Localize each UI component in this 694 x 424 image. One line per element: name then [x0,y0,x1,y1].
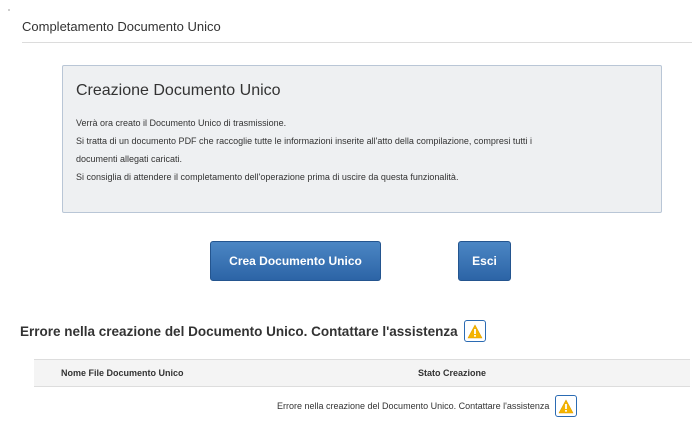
info-line-4: Si consiglia di attendere il completamen… [76,172,459,182]
exit-button[interactable]: Esci [458,241,511,281]
error-message: Errore nella creazione del Documento Uni… [20,320,486,342]
corner-mark [8,9,10,11]
column-header-status: Stato Creazione [418,368,487,378]
action-buttons: Crea Documento Unico Esci [0,241,694,281]
create-document-button[interactable]: Crea Documento Unico [210,241,381,281]
column-header-file-name: Nome File Documento Unico [61,368,184,378]
cell-status: Errore nella creazione del Documento Uni… [277,395,578,417]
error-message-text: Errore nella creazione del Documento Uni… [20,323,458,339]
page-title: Completamento Documento Unico [22,19,692,43]
table-header: Nome File Documento Unico Stato Creazion… [34,360,690,387]
warning-icon[interactable] [463,320,486,342]
info-line-3: documenti allegati caricati. [76,154,183,164]
cell-status-text: Errore nella creazione del Documento Uni… [277,401,550,411]
warning-icon[interactable] [555,395,578,417]
info-panel-title: Creazione Documento Unico [76,82,281,99]
table-row: Errore nella creazione del Documento Uni… [34,387,690,423]
info-panel: Creazione Documento Unico Verrà ora crea… [62,65,662,213]
result-table: Nome File Documento Unico Stato Creazion… [34,359,690,424]
info-line-1: Verrà ora creato il Documento Unico di t… [76,118,287,128]
info-line-2: Si tratta di un documento PDF che raccog… [76,136,532,146]
